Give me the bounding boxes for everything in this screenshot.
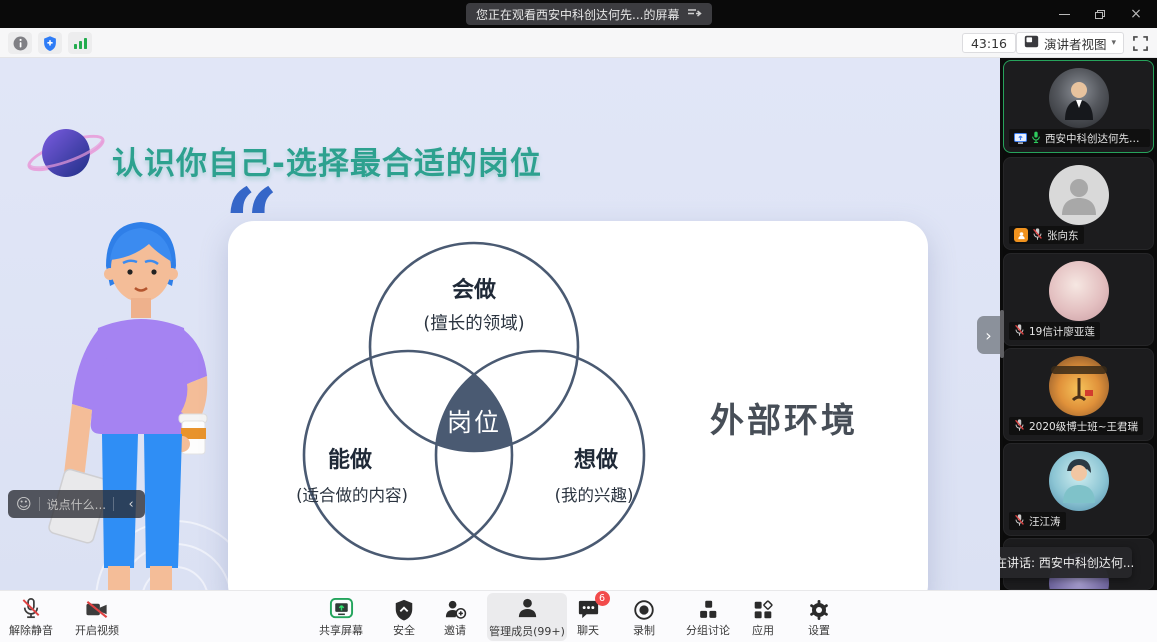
presenter-character-illustration xyxy=(46,206,236,590)
record-icon xyxy=(632,596,656,622)
breakout-rooms-button[interactable]: 分组讨论 xyxy=(680,594,736,640)
speaking-toast: 正在讲话: 西安中科创达何... xyxy=(1000,547,1132,578)
meeting-duration: 43:16 xyxy=(962,33,1016,53)
venn-center-label: 岗位 xyxy=(447,408,501,437)
divider xyxy=(39,497,40,511)
breakout-blocks-icon xyxy=(696,596,720,622)
meeting-window: 您正在观看西安中科创达何先...的屏幕 × 43:16 演讲者视图 ▾ xyxy=(0,0,1157,642)
venn-top-label: 会做 xyxy=(452,277,497,303)
record-button[interactable]: 录制 xyxy=(621,594,667,640)
avatar-placeholder xyxy=(1049,165,1109,225)
participant-tile[interactable]: 19信计廖亚莲 xyxy=(1003,253,1154,346)
security-button[interactable]: 安全 xyxy=(384,594,424,640)
quote-mark: “ xyxy=(224,176,279,271)
titlebar: 您正在观看西安中科创达何先...的屏幕 × xyxy=(0,0,1157,28)
avatar xyxy=(1049,451,1109,511)
view-mode-selector[interactable]: 演讲者视图 ▾ xyxy=(1016,32,1124,54)
mic-muted-icon xyxy=(1014,417,1025,436)
invite-button[interactable]: 邀请 xyxy=(433,594,477,640)
participant-name: 张向东 xyxy=(1047,228,1079,243)
collapse-chat-icon[interactable]: ‹ xyxy=(121,493,141,515)
chat-bubble-icon: 6 xyxy=(576,596,601,622)
participant-tile[interactable]: 张向东 xyxy=(1003,157,1154,250)
share-screen-button[interactable]: 共享屏幕 xyxy=(314,594,368,640)
meeting-info-icon[interactable] xyxy=(8,32,32,54)
chat-input-placeholder[interactable]: 说点什么... xyxy=(47,496,106,513)
sidebar-expand-handle[interactable]: › xyxy=(977,316,1000,354)
minimize-button[interactable] xyxy=(1051,3,1077,25)
bottom-toolbar: 解除静音 开启视频 共享屏幕 安全 邀请 xyxy=(0,590,1157,642)
main-area: 认识你自己-选择最合适的岗位 xyxy=(0,58,1157,590)
close-button[interactable]: × xyxy=(1123,3,1149,25)
fullscreen-button[interactable] xyxy=(1131,34,1149,52)
view-mode-label: 演讲者视图 xyxy=(1044,34,1107,53)
venn-left-sub: (适合做的内容) xyxy=(296,486,408,505)
restore-button[interactable] xyxy=(1087,3,1113,25)
camera-off-icon xyxy=(84,596,110,622)
mic-muted-icon xyxy=(1014,322,1025,341)
person-icon xyxy=(515,595,540,621)
screen-sharing-icon xyxy=(1014,129,1027,148)
shared-screen-slide: 认识你自己-选择最合适的岗位 xyxy=(0,58,1000,590)
apps-button[interactable]: 应用 xyxy=(743,594,783,640)
chevron-down-icon: ▾ xyxy=(1111,38,1116,48)
participant-name: 2020级博士班~王君瑞 xyxy=(1029,419,1138,434)
manage-members-button[interactable]: 管理成员(99+) xyxy=(487,593,567,641)
unmute-button[interactable]: 解除静音 xyxy=(6,594,56,640)
participants-sidebar: 西安中科创达何先生... 张向东 xyxy=(1000,58,1157,590)
sidebar-scrollbar[interactable] xyxy=(1000,310,1004,358)
mic-muted-icon xyxy=(19,596,43,622)
watching-text: 您正在观看西安中科创达何先...的屏幕 xyxy=(476,6,679,23)
quick-chat-bar: ☺ 说点什么... ‹ xyxy=(8,490,145,518)
divider xyxy=(113,497,114,511)
venn-diagram: 会做 (擅长的领域) 能做 (适合做的内容) 想做 (我的兴趣) 岗位 xyxy=(276,239,672,579)
participant-tile-host[interactable]: 西安中科创达何先生... xyxy=(1003,60,1154,153)
network-signal-icon[interactable] xyxy=(68,32,92,54)
slide-title: 认识你自己-选择最合适的岗位 xyxy=(112,138,542,183)
statusbar: 43:16 演讲者视图 ▾ xyxy=(0,28,1157,58)
avatar xyxy=(1049,261,1109,321)
chat-unread-badge: 6 xyxy=(595,591,610,606)
participant-name: 汪江涛 xyxy=(1029,514,1061,529)
planet-icon xyxy=(20,116,112,194)
watching-banner: 您正在观看西安中科创达何先...的屏幕 xyxy=(466,3,712,25)
security-shield-icon[interactable] xyxy=(38,32,62,54)
avatar xyxy=(1049,356,1109,416)
participant-tile[interactable]: 2020级博士班~王君瑞 xyxy=(1003,348,1154,441)
participant-name: 19信计廖亚莲 xyxy=(1029,324,1095,339)
settings-button[interactable]: 设置 xyxy=(797,594,841,640)
chat-button[interactable]: 6 聊天 xyxy=(568,594,608,640)
mic-on-icon xyxy=(1031,129,1041,148)
apps-grid-icon xyxy=(751,596,775,622)
switch-screen-icon[interactable] xyxy=(687,7,702,22)
gear-icon xyxy=(807,596,831,622)
share-screen-icon xyxy=(329,596,354,622)
venn-left-label: 能做 xyxy=(328,447,373,473)
slide-content-card: 会做 (擅长的领域) 能做 (适合做的内容) 想做 (我的兴趣) 岗位 外部环境 xyxy=(228,221,928,590)
layout-view-icon xyxy=(1024,35,1039,51)
mic-muted-icon xyxy=(1032,226,1043,245)
venn-top-sub: (擅长的领域) xyxy=(423,314,524,334)
external-environment-label: 外部环境 xyxy=(710,393,858,442)
speaking-toast-text: 正在讲话: 西安中科创达何... xyxy=(1000,554,1134,571)
shield-icon xyxy=(393,596,415,622)
invite-person-icon xyxy=(443,596,468,622)
venn-right-label: 想做 xyxy=(574,447,619,473)
mic-muted-icon xyxy=(1014,512,1025,531)
emoji-icon[interactable]: ☺ xyxy=(16,495,32,513)
window-controls: × xyxy=(1051,0,1149,28)
participant-name: 西安中科创达何先生... xyxy=(1045,131,1145,146)
member-badge-icon xyxy=(1014,228,1028,242)
venn-right-sub: (我的兴趣) xyxy=(555,486,634,505)
avatar xyxy=(1049,68,1109,128)
start-video-button[interactable]: 开启视频 xyxy=(72,594,122,640)
participant-tile[interactable]: 汪江涛 xyxy=(1003,443,1154,536)
